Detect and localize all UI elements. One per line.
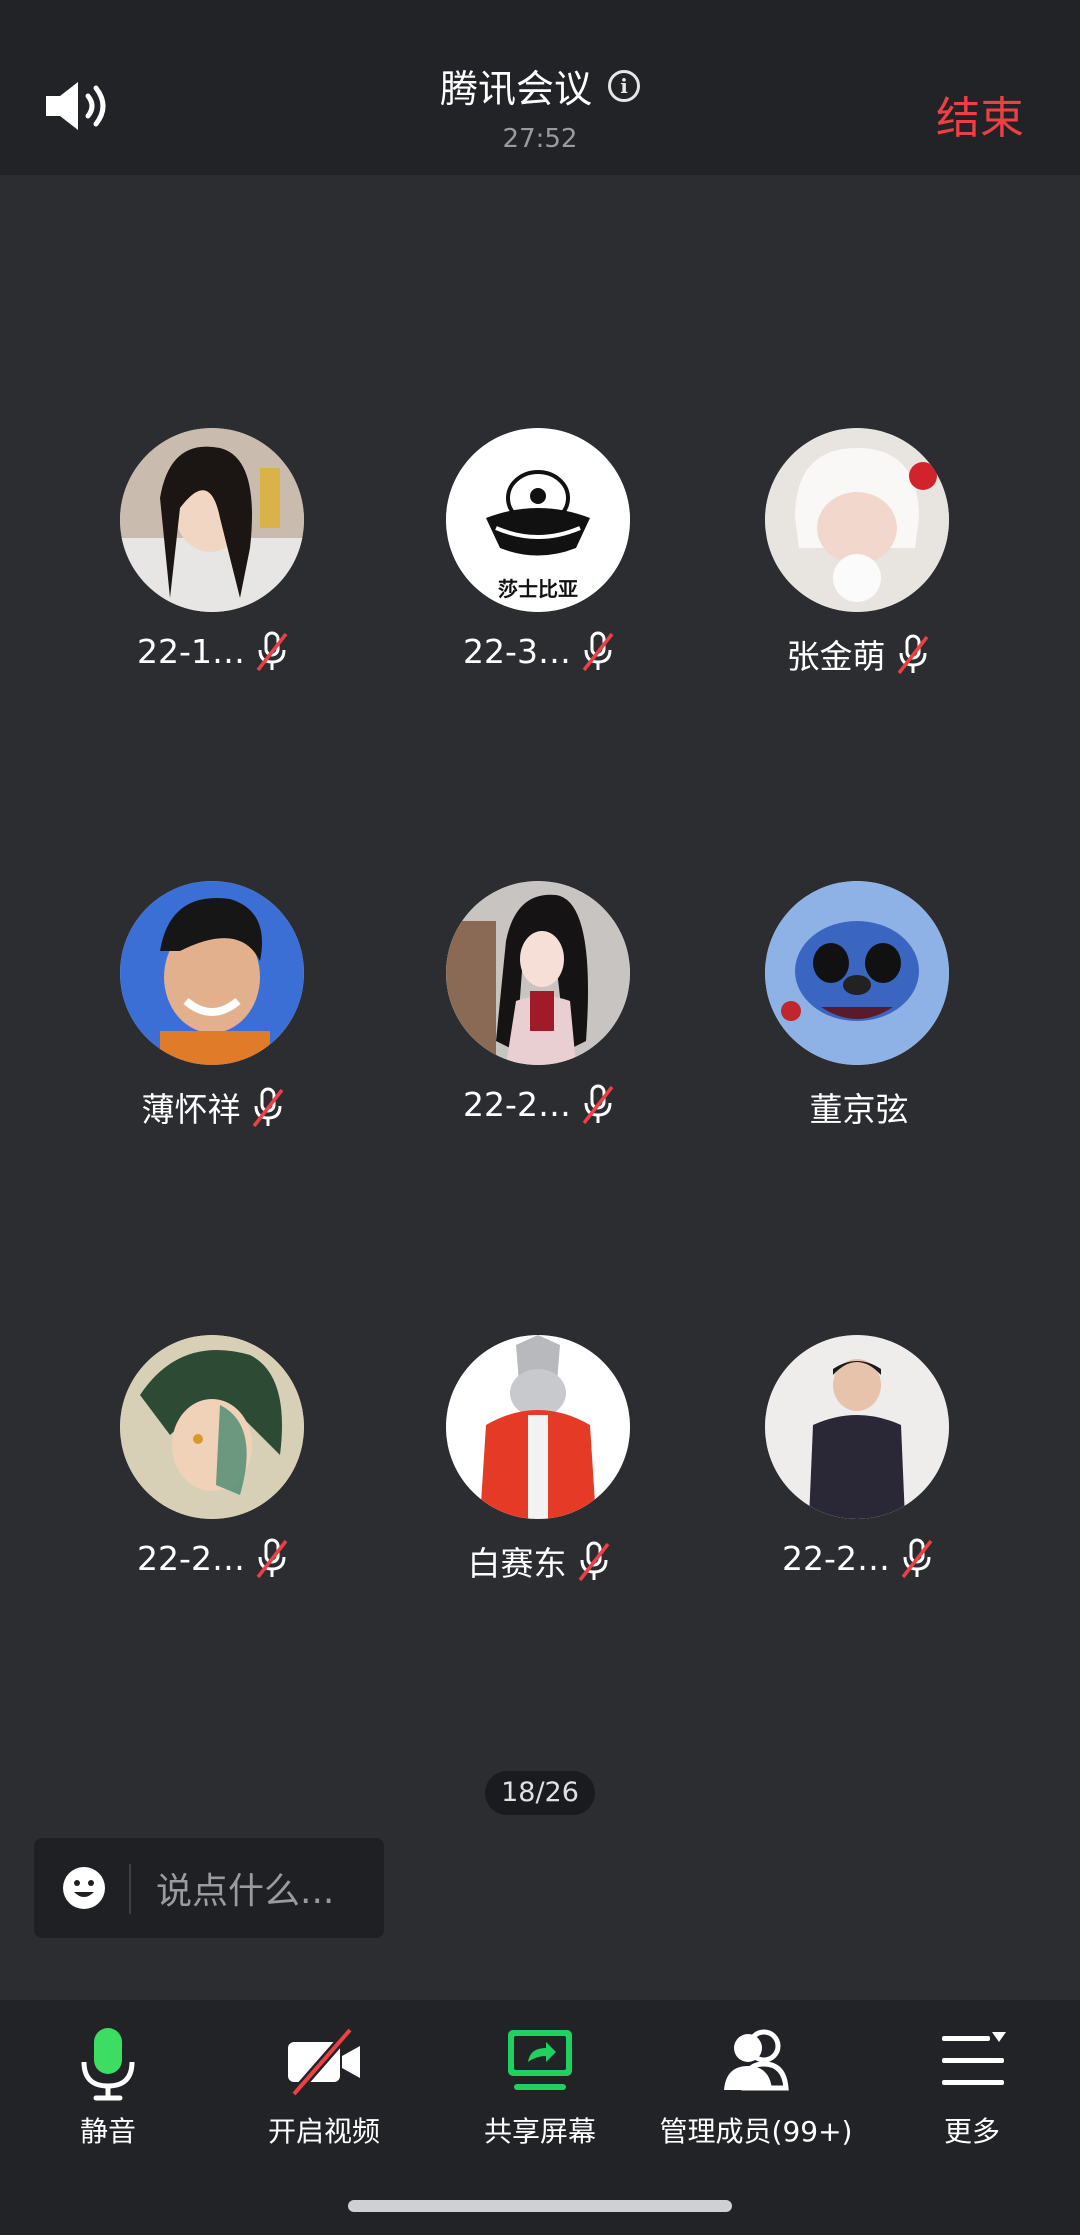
avatar bbox=[120, 881, 304, 1065]
participant-tile[interactable]: 莎士比亚 22-3… bbox=[380, 428, 700, 688]
mute-label: 静音 bbox=[79, 2115, 136, 2148]
mic-muted-icon bbox=[256, 1538, 288, 1579]
top-bar: 腾讯会议 i 27:52 结束 bbox=[0, 0, 1080, 175]
participant-name: 张金萌 bbox=[786, 637, 886, 676]
chat-placeholder: 说点什么... bbox=[156, 1871, 335, 1912]
share-screen-button[interactable]: 共享屏幕 bbox=[432, 2022, 648, 2172]
participant-tile[interactable]: 22-2… bbox=[380, 881, 700, 1141]
participant-tile[interactable]: 董京弦 bbox=[699, 881, 1019, 1141]
avatar bbox=[765, 881, 949, 1065]
mic-muted-icon bbox=[897, 634, 928, 675]
avatar bbox=[120, 1335, 304, 1519]
svg-text:莎士比亚: 莎士比亚 bbox=[498, 577, 578, 601]
manage-members-label: 管理成员(99+) bbox=[659, 2115, 853, 2148]
share-screen-icon bbox=[508, 2030, 572, 2090]
more-label: 更多 bbox=[943, 2115, 1000, 2148]
mic-muted-icon bbox=[252, 1087, 283, 1128]
participant-name: 薄怀祥 bbox=[141, 1090, 241, 1129]
participant-tile[interactable]: 22-2… bbox=[54, 1335, 374, 1595]
participant-tile[interactable]: 22-1… bbox=[54, 428, 374, 688]
more-button[interactable]: 更多 bbox=[864, 2022, 1080, 2172]
participant-name: 22-2… bbox=[463, 1084, 571, 1124]
mic-muted-icon bbox=[901, 1538, 933, 1579]
info-icon[interactable]: i bbox=[608, 69, 640, 102]
avatar bbox=[446, 1335, 630, 1519]
participant-tile[interactable]: 张金萌 bbox=[699, 428, 1019, 688]
avatar bbox=[120, 428, 304, 612]
page-indicator: 18/26 bbox=[485, 1771, 595, 1815]
participant-tile[interactable]: 薄怀祥 bbox=[54, 881, 374, 1141]
participant-name: 22-2… bbox=[782, 1538, 890, 1578]
start-video-label: 开启视频 bbox=[267, 2115, 380, 2148]
participant-tile[interactable]: 22-2… bbox=[699, 1335, 1019, 1595]
participant-name: 22-3… bbox=[463, 631, 571, 671]
participant-name: 22-2… bbox=[137, 1538, 245, 1578]
end-meeting-button[interactable]: 结束 bbox=[936, 82, 1024, 146]
meeting-title-text: 腾讯会议 bbox=[439, 67, 592, 111]
participant-name: 22-1… bbox=[137, 631, 245, 671]
participant-name: 白赛东 bbox=[467, 1544, 567, 1583]
participant-name: 董京弦 bbox=[809, 1090, 909, 1129]
mic-muted-icon bbox=[578, 1541, 609, 1582]
avatar bbox=[446, 881, 630, 1065]
meeting-timer: 27:52 bbox=[502, 124, 578, 154]
more-menu-icon bbox=[942, 2032, 1006, 2085]
home-indicator[interactable] bbox=[348, 2200, 732, 2212]
manage-members-button[interactable]: 管理成员(99+) bbox=[648, 2022, 864, 2172]
emoji-icon[interactable] bbox=[62, 1866, 106, 1910]
avatar: 莎士比亚 bbox=[446, 428, 630, 612]
avatar bbox=[765, 1335, 949, 1519]
avatar bbox=[765, 428, 949, 612]
mic-muted-icon bbox=[582, 1084, 614, 1125]
participant-tile[interactable]: 白赛东 bbox=[380, 1335, 700, 1595]
video-off-icon bbox=[288, 2027, 360, 2097]
chat-input[interactable]: 说点什么... bbox=[34, 1838, 384, 1938]
microphone-icon bbox=[81, 2028, 135, 2101]
mic-muted-icon bbox=[256, 631, 288, 672]
mute-button[interactable]: 静音 bbox=[0, 2022, 216, 2172]
start-video-button[interactable]: 开启视频 bbox=[216, 2022, 432, 2172]
divider bbox=[129, 1864, 131, 1914]
share-screen-label: 共享屏幕 bbox=[483, 2115, 596, 2148]
mic-muted-icon bbox=[582, 631, 614, 672]
members-icon bbox=[724, 2029, 789, 2091]
meeting-title[interactable]: 腾讯会议 i bbox=[440, 58, 640, 113]
